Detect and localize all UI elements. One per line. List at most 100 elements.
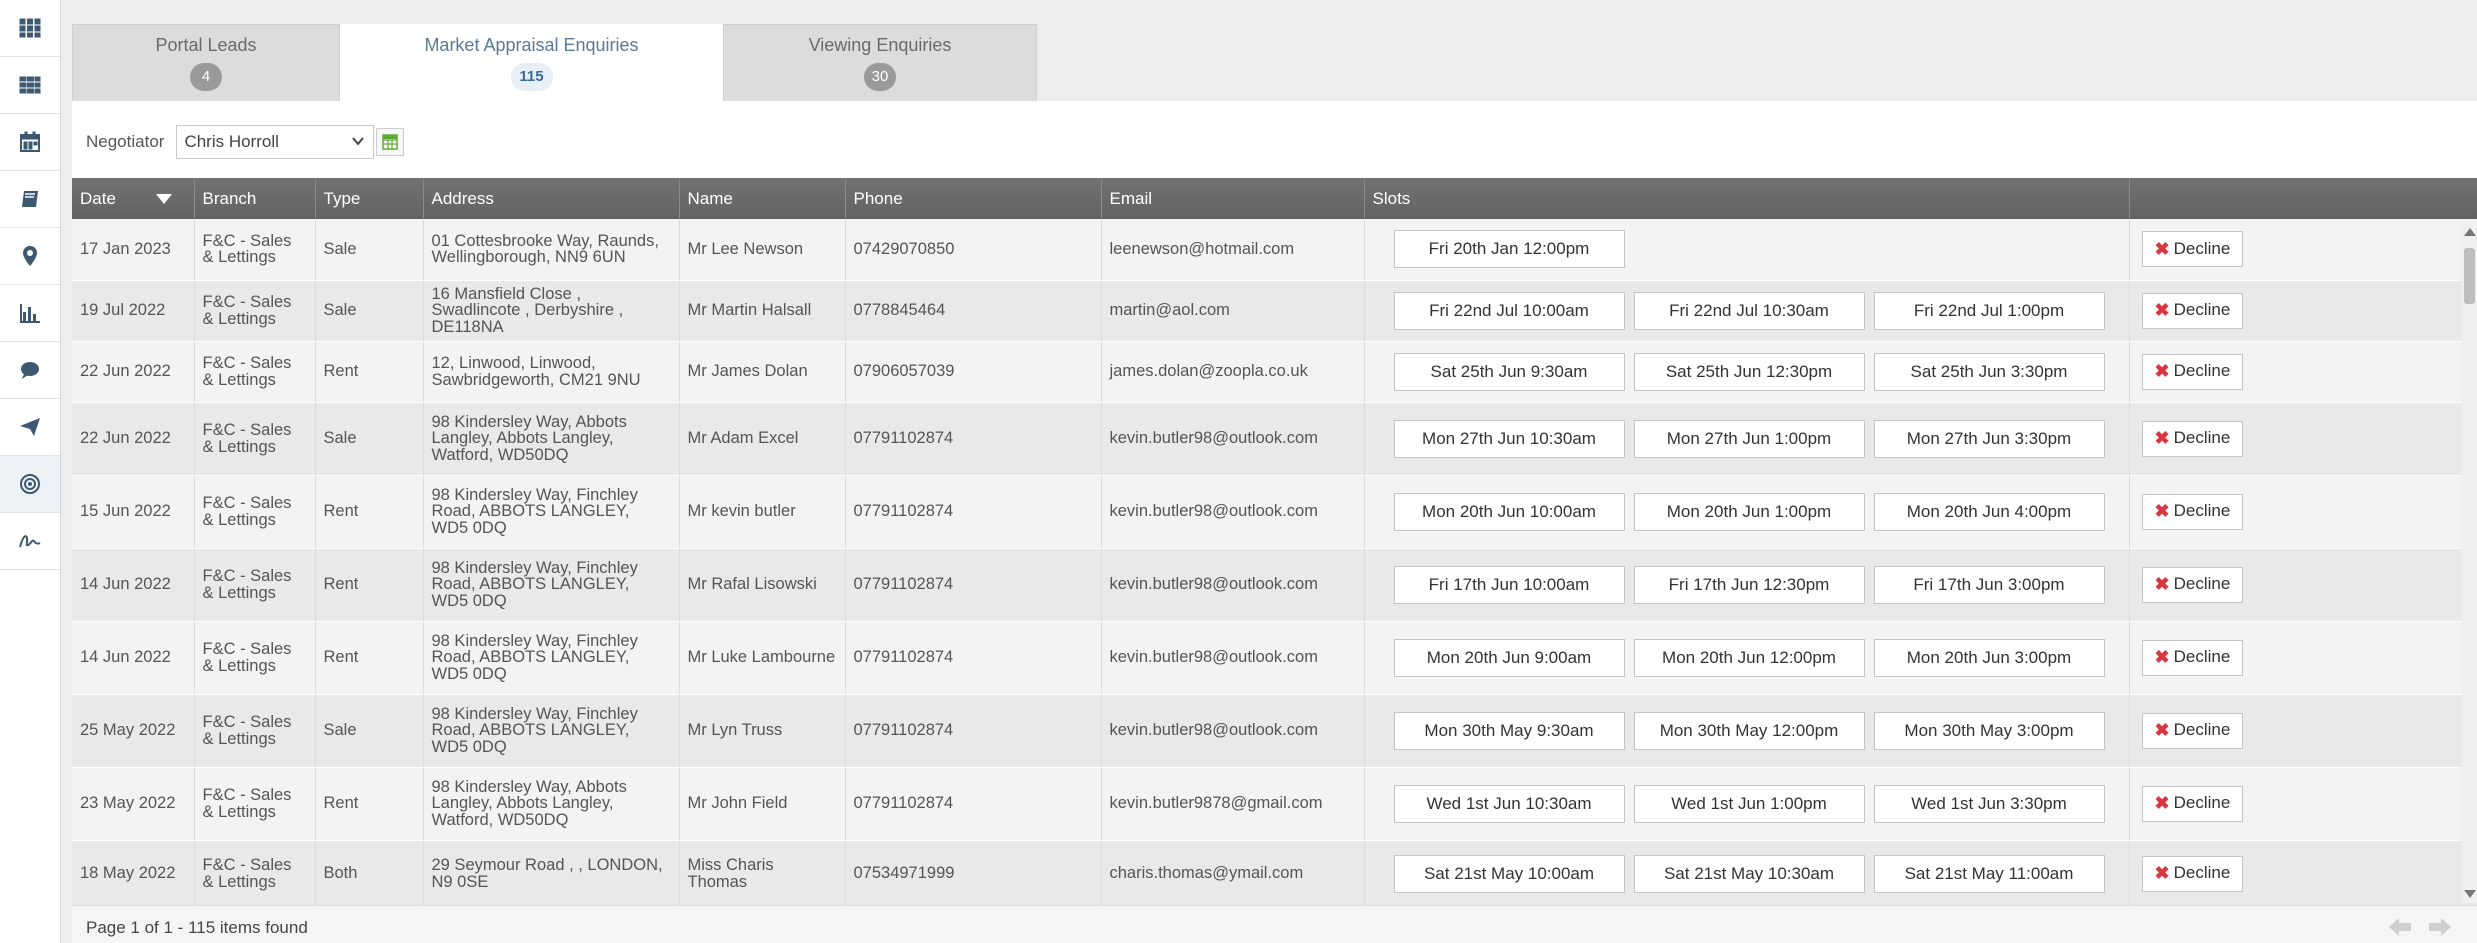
cell-phone: 07534971999 [845,840,1102,908]
table-row[interactable]: 22 Jun 2022 F&C - Sales & Lettings Rent 12,… [72,341,2477,403]
rail-item-location[interactable] [0,228,60,285]
cell-address: 01 Cottesbrooke Way, Raunds, Wellingboro… [423,219,680,281]
table-row[interactable]: 14 Jun 2022 F&C - Sales & Lettings Rent 98 … [72,621,2477,695]
cell-branch: F&C - Sales & Lettings [194,219,316,281]
cell-actions: ✖ Decline [2129,402,2477,476]
rail-item-signature[interactable] [0,513,60,570]
slot-button[interactable]: Sat 21st May 11:00am [1873,854,2105,893]
slot-button[interactable]: Wed 1st Jun 10:30am [1393,784,1625,823]
table-row[interactable]: 22 Jun 2022 F&C - Sales & Lettings Sale 98 … [72,402,2477,476]
cell-email: kevin.butler98@outlook.com [1101,548,1365,622]
decline-button[interactable]: ✖ Decline [2141,493,2244,530]
column-header-email[interactable]: Email [1101,178,1365,219]
slot-button[interactable]: Fri 17th Jun 10:00am [1393,565,1625,604]
slot-button[interactable]: Mon 30th May 3:00pm [1873,711,2105,750]
slot-button[interactable]: Fri 22nd Jul 10:00am [1393,291,1625,330]
column-header-phone[interactable]: Phone [845,178,1102,219]
table-row[interactable]: 18 May 2022 F&C - Sales & Lettings Both 29 … [72,840,2477,908]
slot-group: Mon 20th Jun 10:00am Mon 20th Jun 1:00pm M… [1373,492,2121,531]
cell-email: james.dolan@zoopla.co.uk [1101,341,1365,403]
decline-label: Decline [2173,501,2231,521]
cell-phone: 07429070850 [845,219,1102,281]
rail-item-book[interactable] [0,171,60,228]
decline-button[interactable]: ✖ Decline [2141,420,2244,457]
slot-button[interactable]: Mon 30th May 9:30am [1393,711,1625,750]
table-row[interactable]: 15 Jun 2022 F&C - Sales & Lettings Rent 98 … [72,475,2477,549]
cell-branch: F&C - Sales & Lettings [194,402,316,476]
decline-button[interactable]: ✖ Decline [2141,712,2244,749]
vertical-scrollbar[interactable] [2462,223,2477,903]
scrollbar-thumb[interactable] [2464,248,2475,304]
previous-page-arrow-icon[interactable] [2387,916,2413,938]
table-row[interactable]: 17 Jan 2023 F&C - Sales & Lettings Sale 01 … [72,219,2477,281]
slot-button[interactable]: Sat 21st May 10:30am [1633,854,1865,893]
slot-group: Sat 25th Jun 9:30am Sat 25th Jun 12:30pm S… [1373,352,2121,391]
cell-slots: Mon 27th Jun 10:30am Mon 27th Jun 1:00pm M… [1364,402,2130,476]
cell-slots: Mon 20th Jun 9:00am Mon 20th Jun 12:00pm M… [1364,621,2130,695]
cell-phone: 07791102874 [845,475,1102,549]
table-row[interactable]: 23 May 2022 F&C - Sales & Lettings Rent 98 … [72,767,2477,841]
tab-portal-leads[interactable]: Portal Leads 4 [72,24,340,101]
slot-group: Mon 30th May 9:30am Mon 30th May 12:00pm M… [1373,711,2121,750]
column-header-slots[interactable]: Slots [1364,178,2130,219]
slot-button[interactable]: Sat 25th Jun 12:30pm [1633,352,1865,391]
column-header-date[interactable]: Date [72,178,195,219]
negotiator-select[interactable]: Chris Horroll [176,125,375,159]
rail-item-target[interactable] [0,456,60,513]
tab-market-appraisal-enquiries[interactable]: Market Appraisal Enquiries 115 [340,24,723,101]
cell-email: leenewson@hotmail.com [1101,219,1365,281]
rail-item-calendar[interactable] [0,114,60,171]
column-header-address[interactable]: Address [423,178,680,219]
decline-button[interactable]: ✖ Decline [2141,292,2244,329]
slot-button[interactable]: Mon 20th Jun 9:00am [1393,638,1625,677]
scroll-up-icon[interactable] [2464,228,2476,236]
rail-item-reports[interactable] [0,285,60,342]
slot-button[interactable]: Fri 17th Jun 12:30pm [1633,565,1865,604]
slot-button[interactable]: Sat 25th Jun 9:30am [1393,352,1625,391]
slot-button[interactable]: Mon 20th Jun 1:00pm [1633,492,1865,531]
column-header-type[interactable]: Type [315,178,424,219]
decline-button[interactable]: ✖ Decline [2141,785,2244,822]
slot-button[interactable]: Mon 20th Jun 4:00pm [1873,492,2105,531]
slot-button[interactable]: Mon 20th Jun 10:00am [1393,492,1625,531]
cell-actions: ✖ Decline [2129,475,2477,549]
rail-item-send[interactable] [0,399,60,456]
decline-button[interactable]: ✖ Decline [2141,353,2244,390]
slot-button[interactable]: Mon 20th Jun 3:00pm [1873,638,2105,677]
slot-button[interactable]: Fri 20th Jan 12:00pm [1393,230,1625,269]
table-row[interactable]: 19 Jul 2022 F&C - Sales & Lettings Sale 16 … [72,280,2477,342]
slot-button[interactable]: Sat 25th Jun 3:30pm [1873,352,2105,391]
column-header-name[interactable]: Name [679,178,846,219]
table-row[interactable]: 14 Jun 2022 F&C - Sales & Lettings Rent 98 … [72,548,2477,622]
slot-button[interactable]: Fri 22nd Jul 1:00pm [1873,291,2105,330]
decline-button[interactable]: ✖ Decline [2141,855,2244,892]
decline-button[interactable]: ✖ Decline [2141,231,2244,268]
slot-button[interactable]: Wed 1st Jun 1:00pm [1633,784,1865,823]
slot-button[interactable]: Mon 20th Jun 12:00pm [1633,638,1865,677]
slot-button[interactable]: Mon 30th May 12:00pm [1633,711,1865,750]
next-page-arrow-icon[interactable] [2427,916,2453,938]
slot-button[interactable]: Wed 1st Jun 3:30pm [1873,784,2105,823]
column-header-branch[interactable]: Branch [194,178,316,219]
slot-button[interactable]: Mon 27th Jun 3:30pm [1873,419,2105,458]
slot-button[interactable]: Mon 27th Jun 1:00pm [1633,419,1865,458]
rail-item-messages[interactable] [0,342,60,399]
filter-apply-button[interactable] [376,128,405,156]
slot-button[interactable]: Fri 17th Jun 3:00pm [1873,565,2105,604]
table-row[interactable]: 25 May 2022 F&C - Sales & Lettings Sale 98 … [72,694,2477,768]
slot-button[interactable]: Sat 21st May 10:00am [1393,854,1625,893]
decline-label: Decline [2173,428,2231,448]
slot-button[interactable]: Mon 27th Jun 10:30am [1393,419,1625,458]
rail-item-apps[interactable] [0,0,60,57]
scroll-down-icon[interactable] [2464,890,2476,898]
close-icon: ✖ [2154,501,2170,522]
decline-button[interactable]: ✖ Decline [2141,566,2244,603]
slot-button[interactable]: Fri 22nd Jul 10:30am [1633,291,1865,330]
cell-type: Sale [315,694,424,768]
cell-email: charis.thomas@ymail.com [1101,840,1365,908]
cell-date: 18 May 2022 [72,840,195,908]
decline-button[interactable]: ✖ Decline [2141,639,2244,676]
map-pin-icon [23,246,37,266]
rail-item-modules[interactable] [0,57,60,114]
tab-viewing-enquiries[interactable]: Viewing Enquiries 30 [723,24,1037,101]
